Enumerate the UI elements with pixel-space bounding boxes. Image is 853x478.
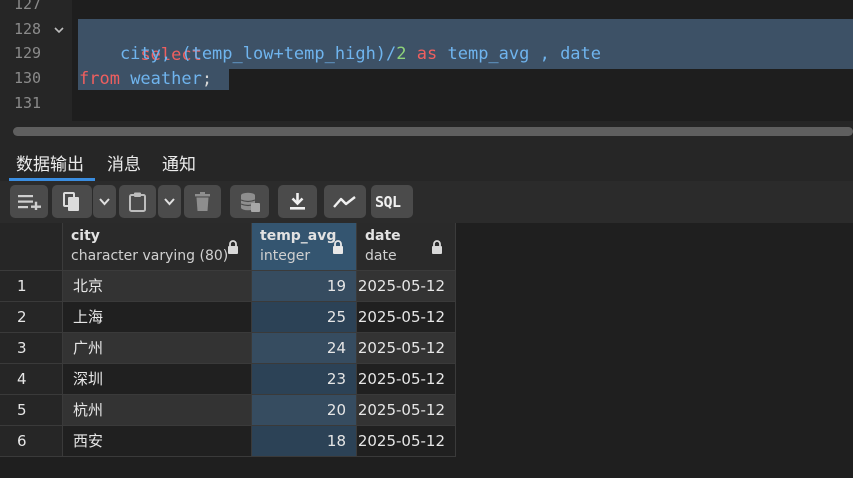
cell-date[interactable]: 2025-05-12 bbox=[357, 333, 456, 364]
column-type: character varying (80) bbox=[71, 248, 229, 264]
results-toolbar: SQL bbox=[0, 181, 853, 223]
code-area[interactable]: select city, (temp_low+temp_high)/2 as t… bbox=[74, 0, 853, 121]
cell-city[interactable]: 广州 bbox=[63, 333, 252, 364]
code-columns: temp_avg , date bbox=[447, 44, 602, 64]
cell-date[interactable]: 2025-05-12 bbox=[357, 271, 456, 302]
cell-city[interactable]: 西安 bbox=[63, 426, 252, 457]
cell-city[interactable]: 杭州 bbox=[63, 395, 252, 426]
row-number[interactable]: 2 bbox=[0, 302, 63, 333]
line-gutter: 127 128 129 130 131 bbox=[0, 0, 72, 121]
row-number[interactable]: 3 bbox=[0, 333, 63, 364]
keyword-as: as bbox=[406, 44, 448, 64]
column-type: integer bbox=[260, 248, 311, 264]
add-row-icon bbox=[18, 195, 41, 210]
results-grid: city character varying (80) temp_avg int… bbox=[0, 223, 853, 478]
paste-button[interactable] bbox=[119, 185, 156, 218]
chevron-down-icon bbox=[99, 198, 110, 206]
download-button[interactable] bbox=[278, 185, 317, 218]
column-name: temp_avg bbox=[260, 228, 337, 244]
sql-editor[interactable]: 127 128 129 130 131 select city, (temp_l… bbox=[0, 0, 853, 121]
cell-city[interactable]: 深圳 bbox=[63, 364, 252, 395]
code-line-128: select bbox=[79, 18, 201, 65]
column-type: date bbox=[365, 248, 397, 264]
cell-city[interactable]: 北京 bbox=[63, 271, 252, 302]
cell-date[interactable]: 2025-05-12 bbox=[357, 302, 456, 333]
download-icon bbox=[290, 193, 305, 210]
copy-button[interactable] bbox=[52, 185, 92, 218]
cell-temp-avg[interactable]: 25 bbox=[252, 302, 357, 333]
delete-icon bbox=[195, 192, 210, 211]
graph-icon bbox=[333, 196, 356, 208]
row-number-header bbox=[0, 223, 63, 271]
code-line-129: city, (temp_low+temp_high)/2 as temp_avg… bbox=[79, 42, 601, 67]
tab-data-output[interactable]: 数据输出 bbox=[16, 150, 84, 175]
line-number: 131 bbox=[14, 94, 42, 112]
delete-button[interactable] bbox=[184, 185, 221, 218]
sql-icon: SQL bbox=[375, 193, 401, 211]
code-number: 2 bbox=[396, 44, 407, 64]
graph-visualiser-button[interactable] bbox=[324, 185, 366, 218]
paste-options-dropdown[interactable] bbox=[158, 185, 181, 218]
tab-notifications[interactable]: 通知 bbox=[162, 150, 196, 175]
lock-icon bbox=[432, 240, 442, 254]
column-header-city[interactable]: city character varying (80) bbox=[63, 223, 252, 271]
line-number: 127 bbox=[14, 0, 42, 13]
column-header-date[interactable]: date date bbox=[357, 223, 456, 271]
lock-icon bbox=[333, 240, 343, 254]
cell-city[interactable]: 上海 bbox=[63, 302, 252, 333]
line-number: 130 bbox=[14, 69, 42, 87]
cell-date[interactable]: 2025-05-12 bbox=[357, 364, 456, 395]
lock-icon bbox=[228, 240, 238, 254]
cell-temp-avg[interactable]: 24 bbox=[252, 333, 357, 364]
code-table-name: weather bbox=[119, 69, 202, 89]
cell-temp-avg[interactable]: 23 bbox=[252, 364, 357, 395]
column-name: date bbox=[365, 228, 401, 244]
code-semicolon: ; bbox=[201, 69, 213, 89]
code-line-130: from weather; bbox=[79, 67, 212, 92]
row-number[interactable]: 5 bbox=[0, 395, 63, 426]
sql-view-button[interactable]: SQL bbox=[371, 185, 413, 218]
save-data-button[interactable] bbox=[230, 185, 269, 218]
keyword-from: from bbox=[79, 69, 120, 89]
cell-date[interactable]: 2025-05-12 bbox=[357, 426, 456, 457]
row-number[interactable]: 6 bbox=[0, 426, 63, 457]
copy-options-dropdown[interactable] bbox=[93, 185, 116, 218]
scrollbar-thumb[interactable] bbox=[13, 127, 853, 136]
row-number[interactable]: 1 bbox=[0, 271, 63, 302]
editor-horizontal-scrollbar[interactable] bbox=[0, 121, 853, 142]
paste-icon bbox=[129, 192, 146, 212]
column-name: city bbox=[71, 228, 100, 244]
output-tabs: 数据输出 消息 通知 bbox=[0, 142, 853, 181]
line-number: 129 bbox=[14, 44, 42, 62]
code-expression: city, (temp_low+temp_high)/ bbox=[79, 44, 397, 64]
copy-icon bbox=[63, 192, 79, 211]
cell-temp-avg[interactable]: 19 bbox=[252, 271, 357, 302]
column-header-temp-avg[interactable]: temp_avg integer bbox=[252, 223, 357, 271]
add-row-button[interactable] bbox=[10, 185, 48, 218]
chevron-down-icon bbox=[164, 198, 175, 206]
cell-temp-avg[interactable]: 20 bbox=[252, 395, 357, 426]
row-number[interactable]: 4 bbox=[0, 364, 63, 395]
cell-date[interactable]: 2025-05-12 bbox=[357, 395, 456, 426]
cell-temp-avg[interactable]: 18 bbox=[252, 426, 357, 457]
fold-chevron-icon[interactable] bbox=[54, 26, 64, 34]
tab-messages[interactable]: 消息 bbox=[107, 150, 141, 175]
line-number: 128 bbox=[14, 20, 42, 38]
save-data-icon bbox=[240, 192, 260, 212]
